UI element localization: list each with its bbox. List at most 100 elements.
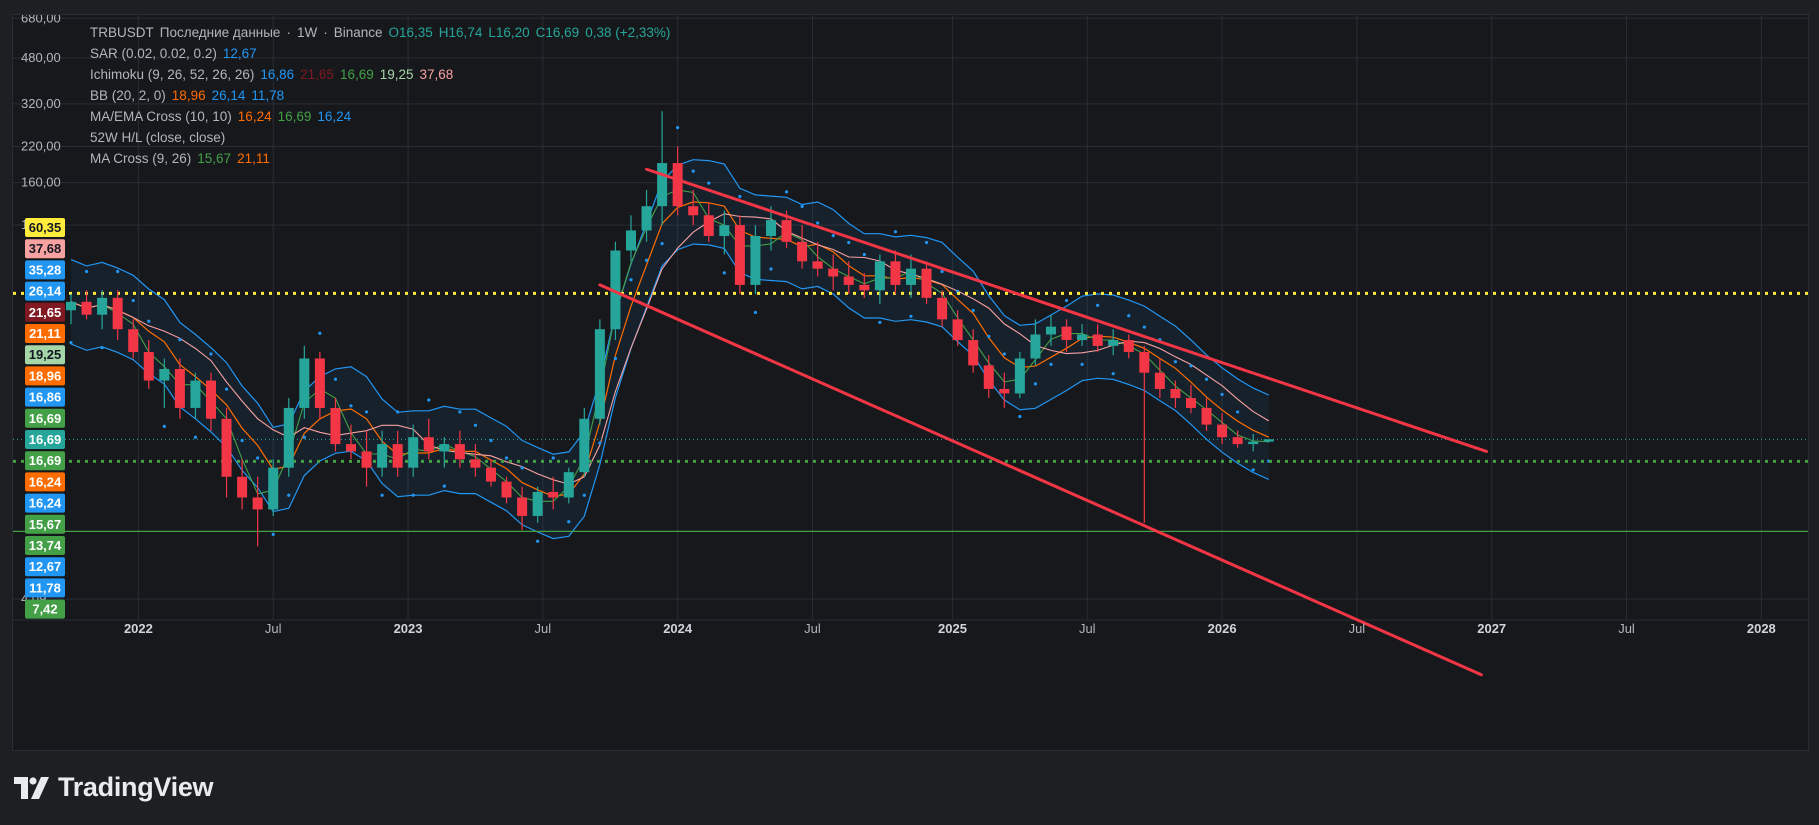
candle-body[interactable] <box>750 235 761 285</box>
tradingview-logo-text: TradingView <box>58 772 214 802</box>
candle-body[interactable] <box>1263 439 1274 442</box>
candle-body[interactable] <box>470 459 481 468</box>
candle-body[interactable] <box>921 268 932 298</box>
candle-body[interactable] <box>548 491 559 498</box>
candle-body[interactable] <box>1201 407 1212 425</box>
candle-body[interactable] <box>1123 340 1134 353</box>
candle-body[interactable] <box>1061 326 1072 341</box>
legend-close: C16,69 <box>535 25 580 40</box>
candle-body[interactable] <box>66 301 76 311</box>
candle-body[interactable] <box>81 301 92 315</box>
candle-body[interactable] <box>1077 334 1088 341</box>
x-axis-tick-label: Jul <box>1349 621 1366 636</box>
candle-body[interactable] <box>797 241 808 262</box>
candle-body[interactable] <box>890 261 901 285</box>
candle-body[interactable] <box>765 220 776 236</box>
candle-body[interactable] <box>781 220 792 242</box>
sar-dot <box>1018 414 1022 419</box>
candle-body[interactable] <box>968 340 979 366</box>
candle-body[interactable] <box>874 261 885 291</box>
candle-body[interactable] <box>905 268 916 285</box>
candle-body[interactable] <box>361 451 372 468</box>
candle-body[interactable] <box>999 388 1010 394</box>
candle-body[interactable] <box>221 418 232 477</box>
candle-body[interactable] <box>812 261 823 269</box>
candle-body[interactable] <box>159 368 170 381</box>
candle-body[interactable] <box>128 329 139 353</box>
candle-body[interactable] <box>734 225 745 285</box>
bollinger-lower-line <box>70 243 1270 540</box>
candle-body[interactable] <box>174 368 185 408</box>
legend-open: O16,35 <box>388 25 433 40</box>
candle-body[interactable] <box>485 467 496 482</box>
indicator-row[interactable]: MA/EMA Cross (10, 10) 16,24 16,69 16,24 <box>90 106 676 127</box>
candle-body[interactable] <box>299 358 310 408</box>
candle-body[interactable] <box>268 467 279 510</box>
candle-body[interactable] <box>1030 334 1041 359</box>
candle-body[interactable] <box>937 297 948 320</box>
candle-body[interactable] <box>252 497 263 510</box>
candle-body[interactable] <box>859 284 870 291</box>
trend-line[interactable] <box>645 167 1489 453</box>
indicator-row[interactable]: 52W H/L (close, close) <box>90 127 676 148</box>
candle-body[interactable] <box>454 444 465 460</box>
price-label-text: 16,24 <box>29 474 62 489</box>
candle-body[interactable] <box>1154 372 1165 389</box>
price-label-text: 26,14 <box>29 284 62 299</box>
sar-dot <box>1236 410 1240 414</box>
candle-body[interactable] <box>983 365 994 389</box>
sar-dot <box>753 310 758 315</box>
candle-body[interactable] <box>143 352 154 381</box>
sar-dot <box>1033 382 1038 386</box>
sar-dot <box>442 484 446 488</box>
candle-body[interactable] <box>517 497 528 516</box>
candle-body[interactable] <box>641 206 652 231</box>
candle-body[interactable] <box>330 407 341 445</box>
legend-symbol[interactable]: TRBUSDT <box>90 25 154 40</box>
candle-body[interactable] <box>408 437 419 468</box>
candle-body[interactable] <box>719 225 730 236</box>
candle-body[interactable] <box>501 481 512 498</box>
indicator-row[interactable]: BB (20, 2, 0) 18,96 26,14 11,78 <box>90 85 676 106</box>
candle-body[interactable] <box>237 476 248 498</box>
candle-body[interactable] <box>1139 352 1150 373</box>
candle-body[interactable] <box>205 380 216 419</box>
candle-body[interactable] <box>392 444 403 468</box>
candle-body[interactable] <box>190 380 201 408</box>
candle-body[interactable] <box>672 163 683 207</box>
candle-body[interactable] <box>97 297 108 315</box>
candle-body[interactable] <box>703 215 714 236</box>
sar-dot <box>240 438 244 443</box>
candle-body[interactable] <box>345 444 356 452</box>
candle-body[interactable] <box>1248 441 1259 445</box>
candle-body[interactable] <box>828 268 839 277</box>
candle-body[interactable] <box>1108 340 1119 346</box>
legend-low: L16,20 <box>488 25 530 40</box>
indicator-row[interactable]: Ichimoku (9, 26, 52, 26, 26) 16,86 21,65 16… <box>90 64 676 85</box>
tradingview-logo[interactable]: TradingView <box>14 772 214 803</box>
candle-body[interactable] <box>1185 398 1196 408</box>
candle-body[interactable] <box>563 472 574 498</box>
candle-body[interactable] <box>594 329 605 419</box>
candle-body[interactable] <box>657 163 668 207</box>
candle-body[interactable] <box>579 418 590 473</box>
candle-body[interactable] <box>283 407 294 468</box>
candle-body[interactable] <box>625 230 636 251</box>
candle-body[interactable] <box>843 276 854 285</box>
candle-body[interactable] <box>439 444 450 452</box>
candle-body[interactable] <box>532 491 543 516</box>
candle-body[interactable] <box>1014 358 1025 394</box>
candle-body[interactable] <box>423 437 434 452</box>
candle-body[interactable] <box>1092 334 1103 346</box>
indicator-row[interactable]: MA Cross (9, 26) 15,67 21,11 <box>90 148 676 169</box>
indicator-row[interactable]: SAR (0.02, 0.02, 0.2) 12,67 <box>90 43 676 64</box>
candle-body[interactable] <box>1045 326 1056 335</box>
candle-body[interactable] <box>314 358 325 408</box>
candle-body[interactable] <box>377 444 388 468</box>
candle-body[interactable] <box>1170 388 1181 399</box>
candle-body[interactable] <box>1232 437 1243 445</box>
candle-body[interactable] <box>952 319 963 341</box>
candle-body[interactable] <box>112 297 123 330</box>
candle-body[interactable] <box>1217 424 1228 438</box>
candle-body[interactable] <box>688 206 699 216</box>
